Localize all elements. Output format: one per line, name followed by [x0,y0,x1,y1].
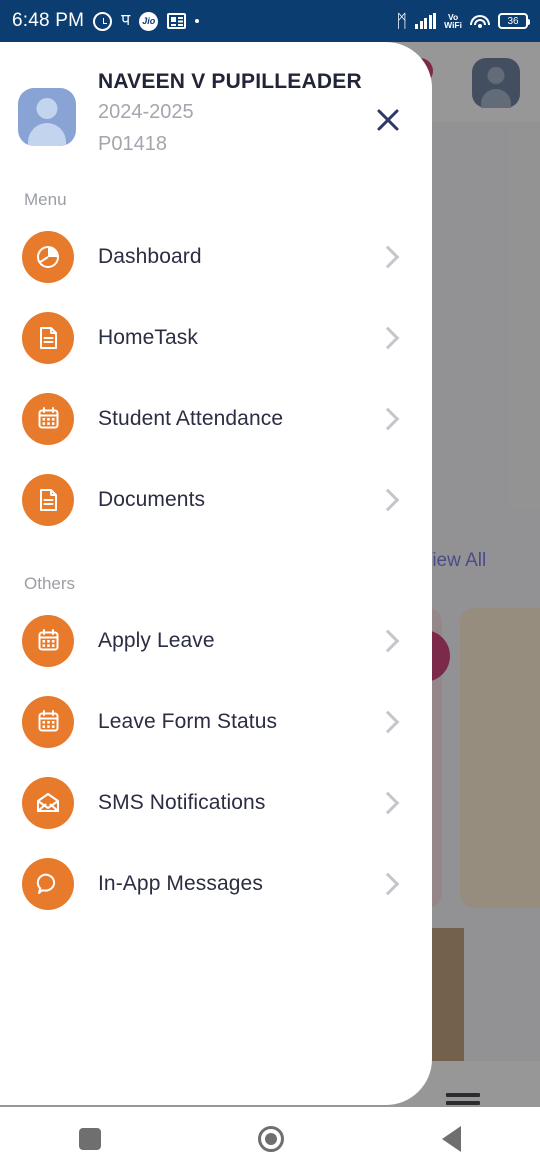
signal-icon [415,13,437,29]
menu-item-student-attendance[interactable]: Student Attendance [0,378,432,459]
calendar-icon [22,695,74,748]
chevron-right-icon [376,629,400,652]
dot-icon [195,19,200,23]
chevron-right-icon [376,791,400,814]
menu-item-hometask[interactable]: HomeTask [0,297,432,378]
clock-label: 6:48 PM [12,10,85,31]
open-envelope-icon [22,776,74,829]
menu-item-label: SMS Notifications [98,790,266,814]
chevron-right-icon [376,326,400,349]
menu-item-dashboard[interactable]: Dashboard [0,216,432,297]
menu-item-leave-form-status[interactable]: Leave Form Status [0,681,432,762]
menu-item-label: Dashboard [98,244,202,268]
news-widget-icon [167,13,187,29]
profile-name: NAVEEN V PUPILLEADER [98,70,362,93]
chevron-right-icon [376,407,400,430]
phone-screen: 6:48 PM प Jio ᛗ Vo WiFi 36 NAVEEN V PUPI… [0,0,540,1170]
vowifi-icon: Vo WiFi [444,12,462,30]
status-bar-right: ᛗ Vo WiFi 36 [396,10,530,32]
pie-chart-icon [22,230,74,283]
close-drawer-button[interactable] [368,100,408,140]
chevron-right-icon [376,488,400,511]
section-label-menu: Menu [24,190,67,209]
jio-icon: Jio [139,11,159,31]
profile-academic-year: 2024-2025 [98,101,194,123]
chevron-right-icon [376,872,400,895]
section-label-others: Others [24,574,76,593]
wifi-icon [470,14,490,29]
battery-icon: 36 [498,13,530,29]
android-navigation-bar [0,1107,540,1170]
profile-text-block: NAVEEN V PUPILLEADER 2024-2025 P01418 [76,66,368,160]
chevron-right-icon [376,710,400,733]
calendar-icon [22,614,74,667]
menu-item-label: Leave Form Status [98,709,278,733]
home-button-icon[interactable] [258,1125,285,1152]
menu-item-label: Apply Leave [98,628,215,652]
alarm-icon [93,11,113,31]
profile-admission-id: P01418 [98,133,167,155]
menu-item-sms-notifications[interactable]: SMS Notifications [0,762,432,843]
menu-item-label: Documents [98,487,206,511]
close-icon [377,109,399,131]
calendar-icon [22,392,74,445]
menu-item-documents[interactable]: Documents [0,459,432,540]
menu-item-in-app-messages[interactable]: In-App Messages [0,843,432,924]
recents-button-icon[interactable] [78,1127,101,1150]
menu-item-apply-leave[interactable]: Apply Leave [0,600,432,681]
battery-level-label: 36 [498,13,530,29]
status-bar: 6:48 PM प Jio ᛗ Vo WiFi 36 [0,0,540,42]
back-button-icon[interactable] [442,1125,462,1152]
drawer-header: NAVEEN V PUPILLEADER 2024-2025 P01418 [0,42,432,160]
user-avatar [18,88,76,146]
menu-item-label: HomeTask [98,325,198,349]
document-icon [22,311,74,364]
menu-item-label: In-App Messages [98,871,263,895]
menu-item-label: Student Attendance [98,406,284,430]
bluetooth-icon: ᛗ [396,10,408,31]
status-bar-left: 6:48 PM प Jio [12,10,396,32]
document-icon [22,473,74,526]
navigation-drawer: NAVEEN V PUPILLEADER 2024-2025 P01418 Me… [0,42,432,1105]
phonepe-icon: प [121,12,131,29]
vowifi-line2: WiFi [444,20,462,30]
chat-bubble-icon [22,857,74,910]
chevron-right-icon [376,245,400,268]
